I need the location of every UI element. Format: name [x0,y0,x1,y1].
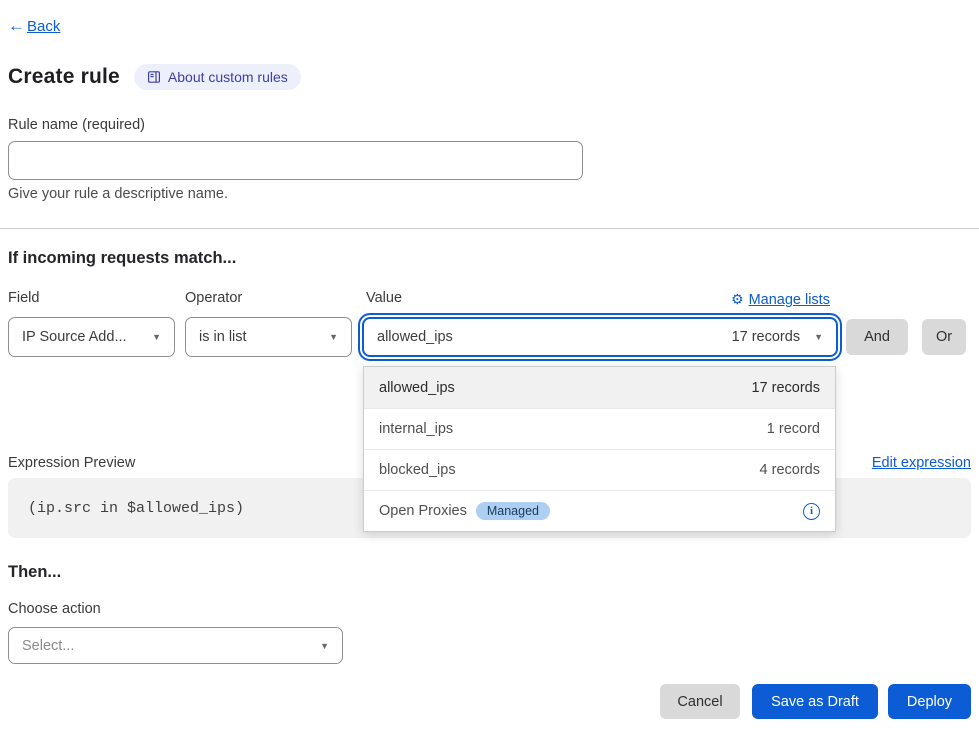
list-option-blocked-ips[interactable]: blocked_ips 4 records [364,449,835,490]
expression-code: (ip.src in $allowed_ips) [28,500,244,517]
value-select-value: allowed_ips [377,329,453,345]
gear-icon: ⚙︎ [731,291,744,308]
book-icon [147,70,161,84]
back-link[interactable]: ←Back [8,16,60,36]
value-select[interactable]: allowed_ips 17 records ▼ [362,317,838,357]
rule-name-input[interactable] [8,141,583,180]
field-label: Field [8,290,39,306]
expression-preview-label: Expression Preview [8,455,135,471]
then-heading: Then... [8,563,61,582]
and-button[interactable]: And [846,319,908,355]
list-option-name: allowed_ips [379,380,455,396]
chevron-down-icon: ▼ [152,332,161,342]
match-heading: If incoming requests match... [8,249,236,268]
field-select[interactable]: IP Source Add... ▼ [8,317,175,357]
page-title: Create rule [8,65,120,89]
about-badge-label: About custom rules [168,69,288,85]
list-option-name: Open Proxies [379,503,467,519]
deploy-button[interactable]: Deploy [888,684,971,719]
title-row: Create rule About custom rules [8,64,301,90]
edit-expression-link[interactable]: Edit expression [872,455,971,471]
operator-select-value: is in list [199,329,247,345]
list-option-records: 1 record [767,421,820,437]
value-select-records: 17 records [732,329,801,345]
list-option-records: 17 records [751,380,820,396]
info-icon[interactable]: i [803,503,820,520]
operator-label: Operator [185,290,242,306]
chevron-down-icon: ▼ [320,641,329,651]
about-custom-rules-link[interactable]: About custom rules [134,64,301,90]
cancel-button[interactable]: Cancel [660,684,740,719]
action-select[interactable]: Select... ▼ [8,627,343,664]
manage-lists-link[interactable]: ⚙︎ Manage lists [731,291,830,308]
action-select-placeholder: Select... [22,638,74,654]
back-link-label[interactable]: Back [27,18,60,35]
operator-select[interactable]: is in list ▼ [185,317,352,357]
or-button[interactable]: Or [922,319,966,355]
list-option-internal-ips[interactable]: internal_ips 1 record [364,408,835,449]
list-option-records: 4 records [760,462,820,478]
save-as-draft-button[interactable]: Save as Draft [752,684,878,719]
section-divider [0,228,979,229]
list-option-name: blocked_ips [379,462,456,478]
chevron-down-icon: ▼ [329,332,338,342]
chevron-down-icon: ▼ [814,332,823,342]
managed-badge: Managed [476,502,550,520]
list-option-allowed-ips[interactable]: allowed_ips 17 records [364,367,835,408]
create-rule-page: ←Back Create rule About custom rules Rul… [0,0,979,739]
back-arrow-icon: ← [8,16,25,36]
value-dropdown-menu: allowed_ips 17 records internal_ips 1 re… [363,366,836,532]
rule-name-helper: Give your rule a descriptive name. [8,186,228,202]
manage-lists-label[interactable]: Manage lists [749,292,830,308]
list-option-open-proxies[interactable]: Open Proxies Managed i [364,490,835,531]
rule-name-label: Rule name (required) [8,117,145,133]
list-option-name: internal_ips [379,421,453,437]
value-label: Value [366,290,402,306]
field-select-value: IP Source Add... [22,329,127,345]
choose-action-label: Choose action [8,601,101,617]
